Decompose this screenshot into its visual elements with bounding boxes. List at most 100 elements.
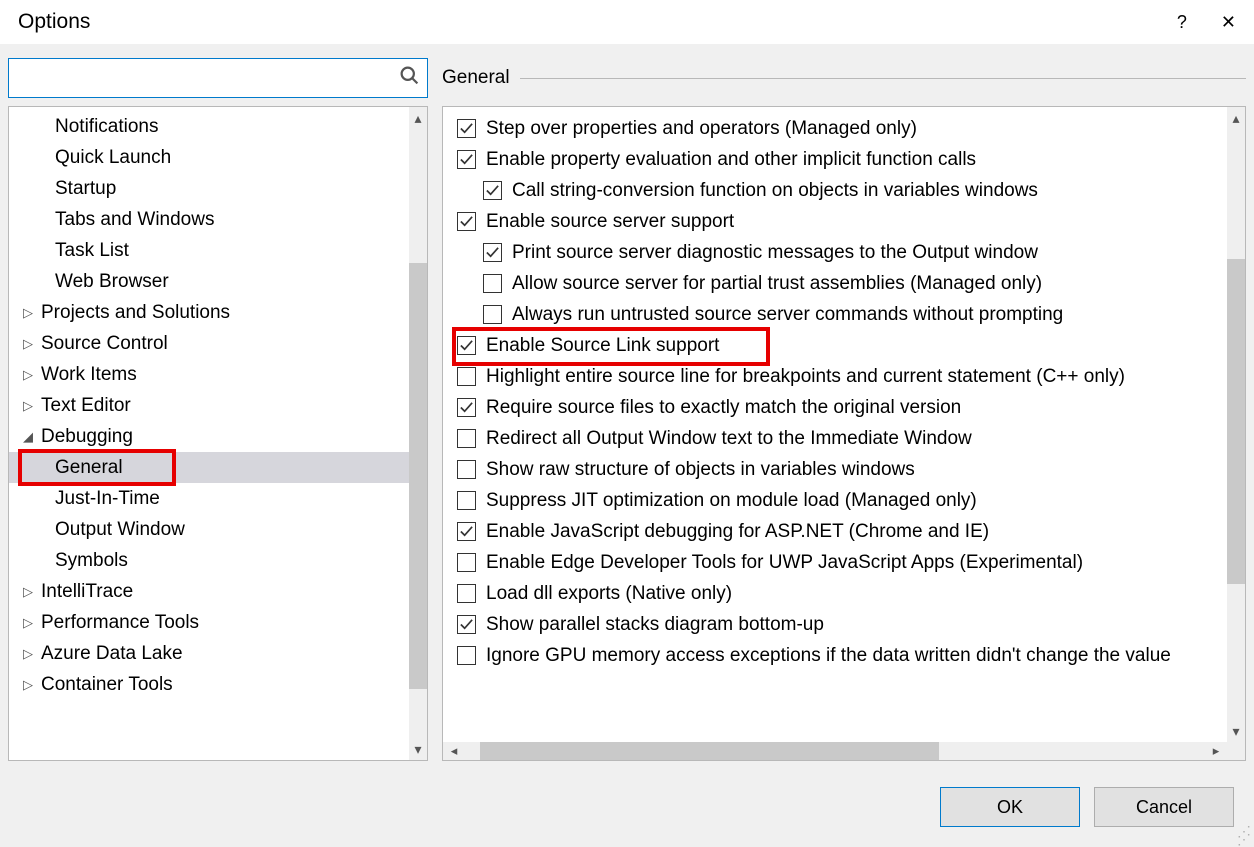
tree-item[interactable]: Web Browser: [9, 266, 409, 297]
tree-item[interactable]: ▷ Container Tools: [9, 669, 409, 700]
tree-scroll-thumb[interactable]: [409, 263, 427, 689]
checkbox[interactable]: [483, 274, 502, 293]
option-item[interactable]: Load dll exports (Native only): [457, 578, 1227, 609]
chevron-right-icon[interactable]: ▷: [21, 398, 35, 414]
tree-item[interactable]: Notifications: [9, 111, 409, 142]
checkbox[interactable]: [457, 646, 476, 665]
chevron-down-icon[interactable]: ◢: [21, 429, 35, 445]
scroll-down-icon[interactable]: ▾: [1232, 720, 1239, 742]
option-item[interactable]: Print source server diagnostic messages …: [457, 237, 1227, 268]
checkbox[interactable]: [457, 522, 476, 541]
checkbox[interactable]: [457, 212, 476, 231]
chevron-right-icon[interactable]: ▷: [21, 336, 35, 352]
option-item[interactable]: Show parallel stacks diagram bottom-up: [457, 609, 1227, 640]
checkbox[interactable]: [457, 150, 476, 169]
chevron-right-icon[interactable]: ▷: [21, 305, 35, 321]
option-item[interactable]: Enable Edge Developer Tools for UWP Java…: [457, 547, 1227, 578]
tree-item[interactable]: Task List: [9, 235, 409, 266]
tree-item[interactable]: ▷Work Items: [9, 359, 409, 390]
search-input[interactable]: [8, 58, 428, 98]
option-label: Redirect all Output Window text to the I…: [486, 428, 972, 450]
chevron-right-icon[interactable]: ▷: [21, 615, 35, 631]
tree-vertical-scrollbar[interactable]: ▴ ▾: [409, 107, 427, 760]
checkbox[interactable]: [457, 460, 476, 479]
options-vertical-scrollbar[interactable]: ▴ ▾: [1227, 107, 1245, 742]
close-icon[interactable]: ✕: [1221, 13, 1236, 31]
chevron-right-icon[interactable]: ▷: [21, 646, 35, 662]
search-icon[interactable]: [399, 65, 420, 91]
tree-item-label: Debugging: [41, 426, 133, 448]
scroll-up-icon[interactable]: ▴: [414, 107, 421, 129]
tree-item[interactable]: ▷Azure Data Lake: [9, 638, 409, 669]
scrollbar-corner: [1227, 742, 1245, 760]
checkbox[interactable]: [483, 181, 502, 200]
tree-item[interactable]: Quick Launch: [9, 142, 409, 173]
checkbox[interactable]: [457, 491, 476, 510]
tree-item-label: Projects and Solutions: [41, 302, 230, 324]
option-item[interactable]: Allow source server for partial trust as…: [457, 268, 1227, 299]
option-item[interactable]: Ignore GPU memory access exceptions if t…: [457, 640, 1227, 671]
tree-item[interactable]: Output Window: [9, 514, 409, 545]
resize-grip-icon[interactable]: ⋰⋰: [1237, 827, 1252, 843]
option-item[interactable]: Always run untrusted source server comma…: [457, 299, 1227, 330]
scroll-down-icon[interactable]: ▾: [414, 738, 421, 760]
option-item[interactable]: Enable property evaluation and other imp…: [457, 144, 1227, 175]
tree-item[interactable]: General: [9, 452, 409, 483]
option-label: Enable JavaScript debugging for ASP.NET …: [486, 521, 989, 543]
chevron-right-icon[interactable]: ▷: [21, 677, 35, 693]
option-label: Allow source server for partial trust as…: [512, 273, 1042, 295]
tree-item[interactable]: Symbols: [9, 545, 409, 576]
tree-item-label: General: [55, 457, 123, 479]
tree-item-label: Output Window: [55, 519, 185, 541]
tree-item[interactable]: ▷ Projects and Solutions: [9, 297, 409, 328]
tree-item-label: Quick Launch: [55, 147, 171, 169]
scroll-up-icon[interactable]: ▴: [1232, 107, 1239, 129]
checkbox[interactable]: [483, 305, 502, 324]
option-item[interactable]: Highlight entire source line for breakpo…: [457, 361, 1227, 392]
options-horizontal-scrollbar[interactable]: ◂ ▸: [443, 742, 1245, 760]
checkbox[interactable]: [457, 336, 476, 355]
cancel-button[interactable]: Cancel: [1094, 787, 1234, 827]
checkbox[interactable]: [457, 615, 476, 634]
option-item[interactable]: Enable source server support: [457, 206, 1227, 237]
option-label: Enable Source Link support: [486, 335, 719, 357]
checkbox[interactable]: [457, 553, 476, 572]
option-label: Load dll exports (Native only): [486, 583, 732, 605]
scroll-left-icon[interactable]: ◂: [443, 742, 465, 760]
tree-item[interactable]: Startup: [9, 173, 409, 204]
checkbox[interactable]: [457, 398, 476, 417]
search-input-wrapper: [8, 58, 428, 98]
option-item[interactable]: Call string-conversion function on objec…: [457, 175, 1227, 206]
scroll-right-icon[interactable]: ▸: [1205, 742, 1227, 760]
tree-item-label: Task List: [55, 240, 129, 262]
tree-item[interactable]: ▷Text Editor: [9, 390, 409, 421]
checkbox[interactable]: [457, 584, 476, 603]
tree-item[interactable]: Tabs and Windows: [9, 204, 409, 235]
option-label: Suppress JIT optimization on module load…: [486, 490, 977, 512]
checkbox[interactable]: [457, 367, 476, 386]
tree-item[interactable]: ▷Source Control: [9, 328, 409, 359]
tree-item-label: Container Tools: [41, 674, 173, 696]
ok-button[interactable]: OK: [940, 787, 1080, 827]
tree-item[interactable]: ▷IntelliTrace: [9, 576, 409, 607]
tree-item[interactable]: ◢ Debugging: [9, 421, 409, 452]
chevron-right-icon[interactable]: ▷: [21, 584, 35, 600]
category-tree: Notifications Quick Launch StartupTabs and…: [8, 106, 428, 761]
option-item[interactable]: Enable Source Link support: [457, 330, 1227, 361]
option-item[interactable]: Require source files to exactly match th…: [457, 392, 1227, 423]
option-item[interactable]: Step over properties and operators (Mana…: [457, 113, 1227, 144]
options-scroll-thumb[interactable]: [1227, 259, 1245, 584]
options-hscroll-thumb[interactable]: [480, 742, 939, 760]
checkbox[interactable]: [483, 243, 502, 262]
help-icon[interactable]: ?: [1177, 13, 1187, 31]
option-item[interactable]: Suppress JIT optimization on module load…: [457, 485, 1227, 516]
tree-item[interactable]: ▷Performance Tools: [9, 607, 409, 638]
checkbox[interactable]: [457, 429, 476, 448]
option-item[interactable]: Redirect all Output Window text to the I…: [457, 423, 1227, 454]
chevron-right-icon[interactable]: ▷: [21, 367, 35, 383]
tree-item[interactable]: Just-In-Time: [9, 483, 409, 514]
option-item[interactable]: Show raw structure of objects in variabl…: [457, 454, 1227, 485]
option-item[interactable]: Enable JavaScript debugging for ASP.NET …: [457, 516, 1227, 547]
option-label: Show raw structure of objects in variabl…: [486, 459, 915, 481]
checkbox[interactable]: [457, 119, 476, 138]
